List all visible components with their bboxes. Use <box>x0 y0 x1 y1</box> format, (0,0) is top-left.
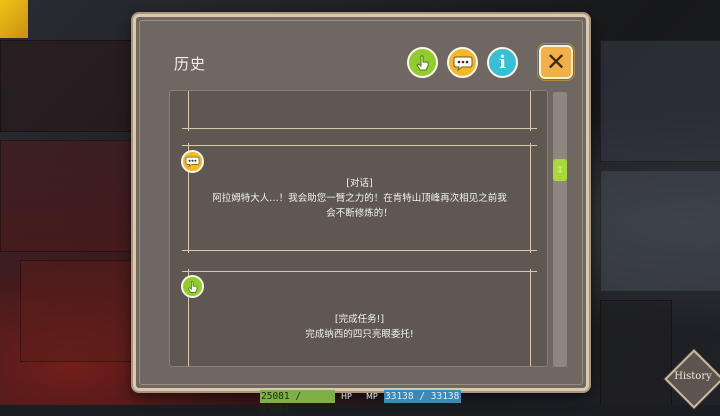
speech-bubble-icon <box>185 156 200 168</box>
mp-label: MP <box>366 392 378 401</box>
close-icon: ✕ <box>545 48 567 76</box>
entry-heading: [对话] <box>346 178 373 189</box>
entry-frame-previous <box>182 91 537 131</box>
history-button[interactable]: History <box>664 349 720 409</box>
dialog-title: 历史 <box>174 55 207 73</box>
dialogue-filter-button[interactable] <box>447 47 478 78</box>
entry-line: 阿拉姆特大人…！我会助您一臂之力的！在肯特山顶峰再次相见之前我 <box>212 193 507 204</box>
task-filter-button[interactable] <box>407 47 438 78</box>
history-button-label: History <box>674 371 712 382</box>
history-dialog: 历史 i ✕ [对话] 阿拉姆特大人…！我会助您一臂之力的！在肯特山顶峰再次相见… <box>133 14 589 391</box>
entry-heading: [完成任务!] <box>334 314 385 325</box>
list-item: [完成任务!] 完成纳西的四只亮眼委托! <box>182 269 537 366</box>
hp-bar: 25081 / 25081 <box>260 390 335 415</box>
grip-icon: ⇕ <box>555 164 565 176</box>
entry-line: 会不断修炼的！ <box>326 208 393 219</box>
dialogue-entry-badge <box>181 150 204 173</box>
task-entry-badge <box>181 275 204 298</box>
list-item: [对话] 阿拉姆特大人…！我会助您一臂之力的！在肯特山顶峰再次相见之前我 会不断… <box>182 143 537 253</box>
history-list[interactable]: [对话] 阿拉姆特大人…！我会助您一臂之力的！在肯特山顶峰再次相见之前我 会不断… <box>169 90 548 367</box>
info-icon: i <box>499 52 506 73</box>
scrollbar-track[interactable]: ⇕ <box>553 92 567 367</box>
speech-bubble-icon <box>453 56 472 71</box>
close-button[interactable]: ✕ <box>537 43 575 81</box>
hand-pointer-icon <box>187 280 198 293</box>
scrollbar-thumb[interactable]: ⇕ <box>553 159 567 181</box>
hp-label: HP <box>341 392 352 401</box>
entry-line: 完成纳西的四只亮眼委托! <box>305 329 414 340</box>
lava-block <box>0 0 28 38</box>
mp-bar: 33138 / 33138 <box>384 390 461 403</box>
hand-pointer-icon <box>415 55 429 70</box>
info-button[interactable]: i <box>487 47 518 78</box>
